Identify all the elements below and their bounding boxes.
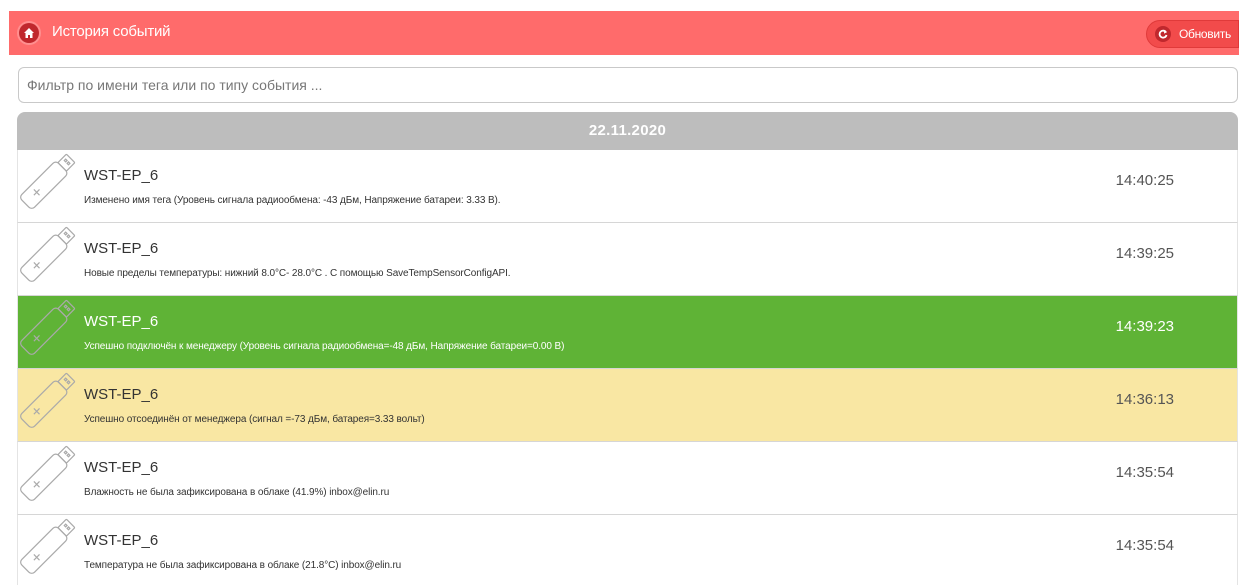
usb-tag-icon xyxy=(20,153,76,209)
event-time: 14:39:25 xyxy=(1115,245,1174,262)
event-time: 14:35:54 xyxy=(1115,537,1174,554)
event-tag-name: WST-EP_6 xyxy=(84,167,159,184)
event-description: Изменено имя тега (Уровень сигнала радио… xyxy=(84,195,501,206)
usb-tag-icon xyxy=(20,518,76,574)
event-time: 14:36:13 xyxy=(1115,391,1174,408)
event-row[interactable]: WST-EP_6 Успешно подключён к менеджеру (У… xyxy=(17,296,1238,369)
event-list: 22.11.2020 WST-EP_6 Изменено имя тега (Ур… xyxy=(17,112,1238,585)
event-description: Успешно отсоединён от менеджера (сигнал … xyxy=(84,414,425,425)
event-row[interactable]: WST-EP_6 Изменено имя тега (Уровень сигна… xyxy=(17,150,1238,223)
home-button[interactable] xyxy=(19,23,39,43)
event-description: Температура не была зафиксирована в обла… xyxy=(84,560,402,571)
page-title: История событий xyxy=(52,23,171,40)
event-tag-name: WST-EP_6 xyxy=(84,240,159,257)
event-tag-name: WST-EP_6 xyxy=(84,386,159,403)
usb-tag-icon xyxy=(20,226,76,282)
event-description: Новые пределы температуры: нижний 8.0°C-… xyxy=(84,268,511,279)
event-time: 14:39:23 xyxy=(1115,318,1174,335)
usb-tag-icon xyxy=(20,445,76,501)
filter-field[interactable] xyxy=(18,67,1238,103)
refresh-label: Обновить xyxy=(1179,27,1231,41)
usb-tag-icon xyxy=(20,299,76,355)
refresh-button[interactable]: Обновить xyxy=(1146,20,1239,48)
event-description: Влажность не была зафиксирована в облаке… xyxy=(84,487,390,498)
date-group-header: 22.11.2020 xyxy=(17,112,1238,150)
refresh-icon xyxy=(1155,26,1171,42)
event-tag-name: WST-EP_6 xyxy=(84,532,159,549)
event-tag-name: WST-EP_6 xyxy=(84,459,159,476)
event-row[interactable]: WST-EP_6 Влажность не была зафиксирована … xyxy=(17,442,1238,515)
event-row[interactable]: WST-EP_6 Новые пределы температуры: нижни… xyxy=(17,223,1238,296)
event-description: Успешно подключён к менеджеру (Уровень с… xyxy=(84,341,565,352)
top-bar: История событий Обновить xyxy=(9,11,1239,55)
event-row[interactable]: WST-EP_6 Температура не была зафиксирован… xyxy=(17,515,1238,585)
event-row[interactable]: WST-EP_6 Успешно отсоединён от менеджера … xyxy=(17,369,1238,442)
usb-tag-icon xyxy=(20,372,76,428)
event-time: 14:40:25 xyxy=(1115,172,1174,189)
home-icon xyxy=(24,28,34,38)
event-time: 14:35:54 xyxy=(1115,464,1174,481)
filter-input[interactable] xyxy=(19,68,1237,102)
event-tag-name: WST-EP_6 xyxy=(84,313,159,330)
